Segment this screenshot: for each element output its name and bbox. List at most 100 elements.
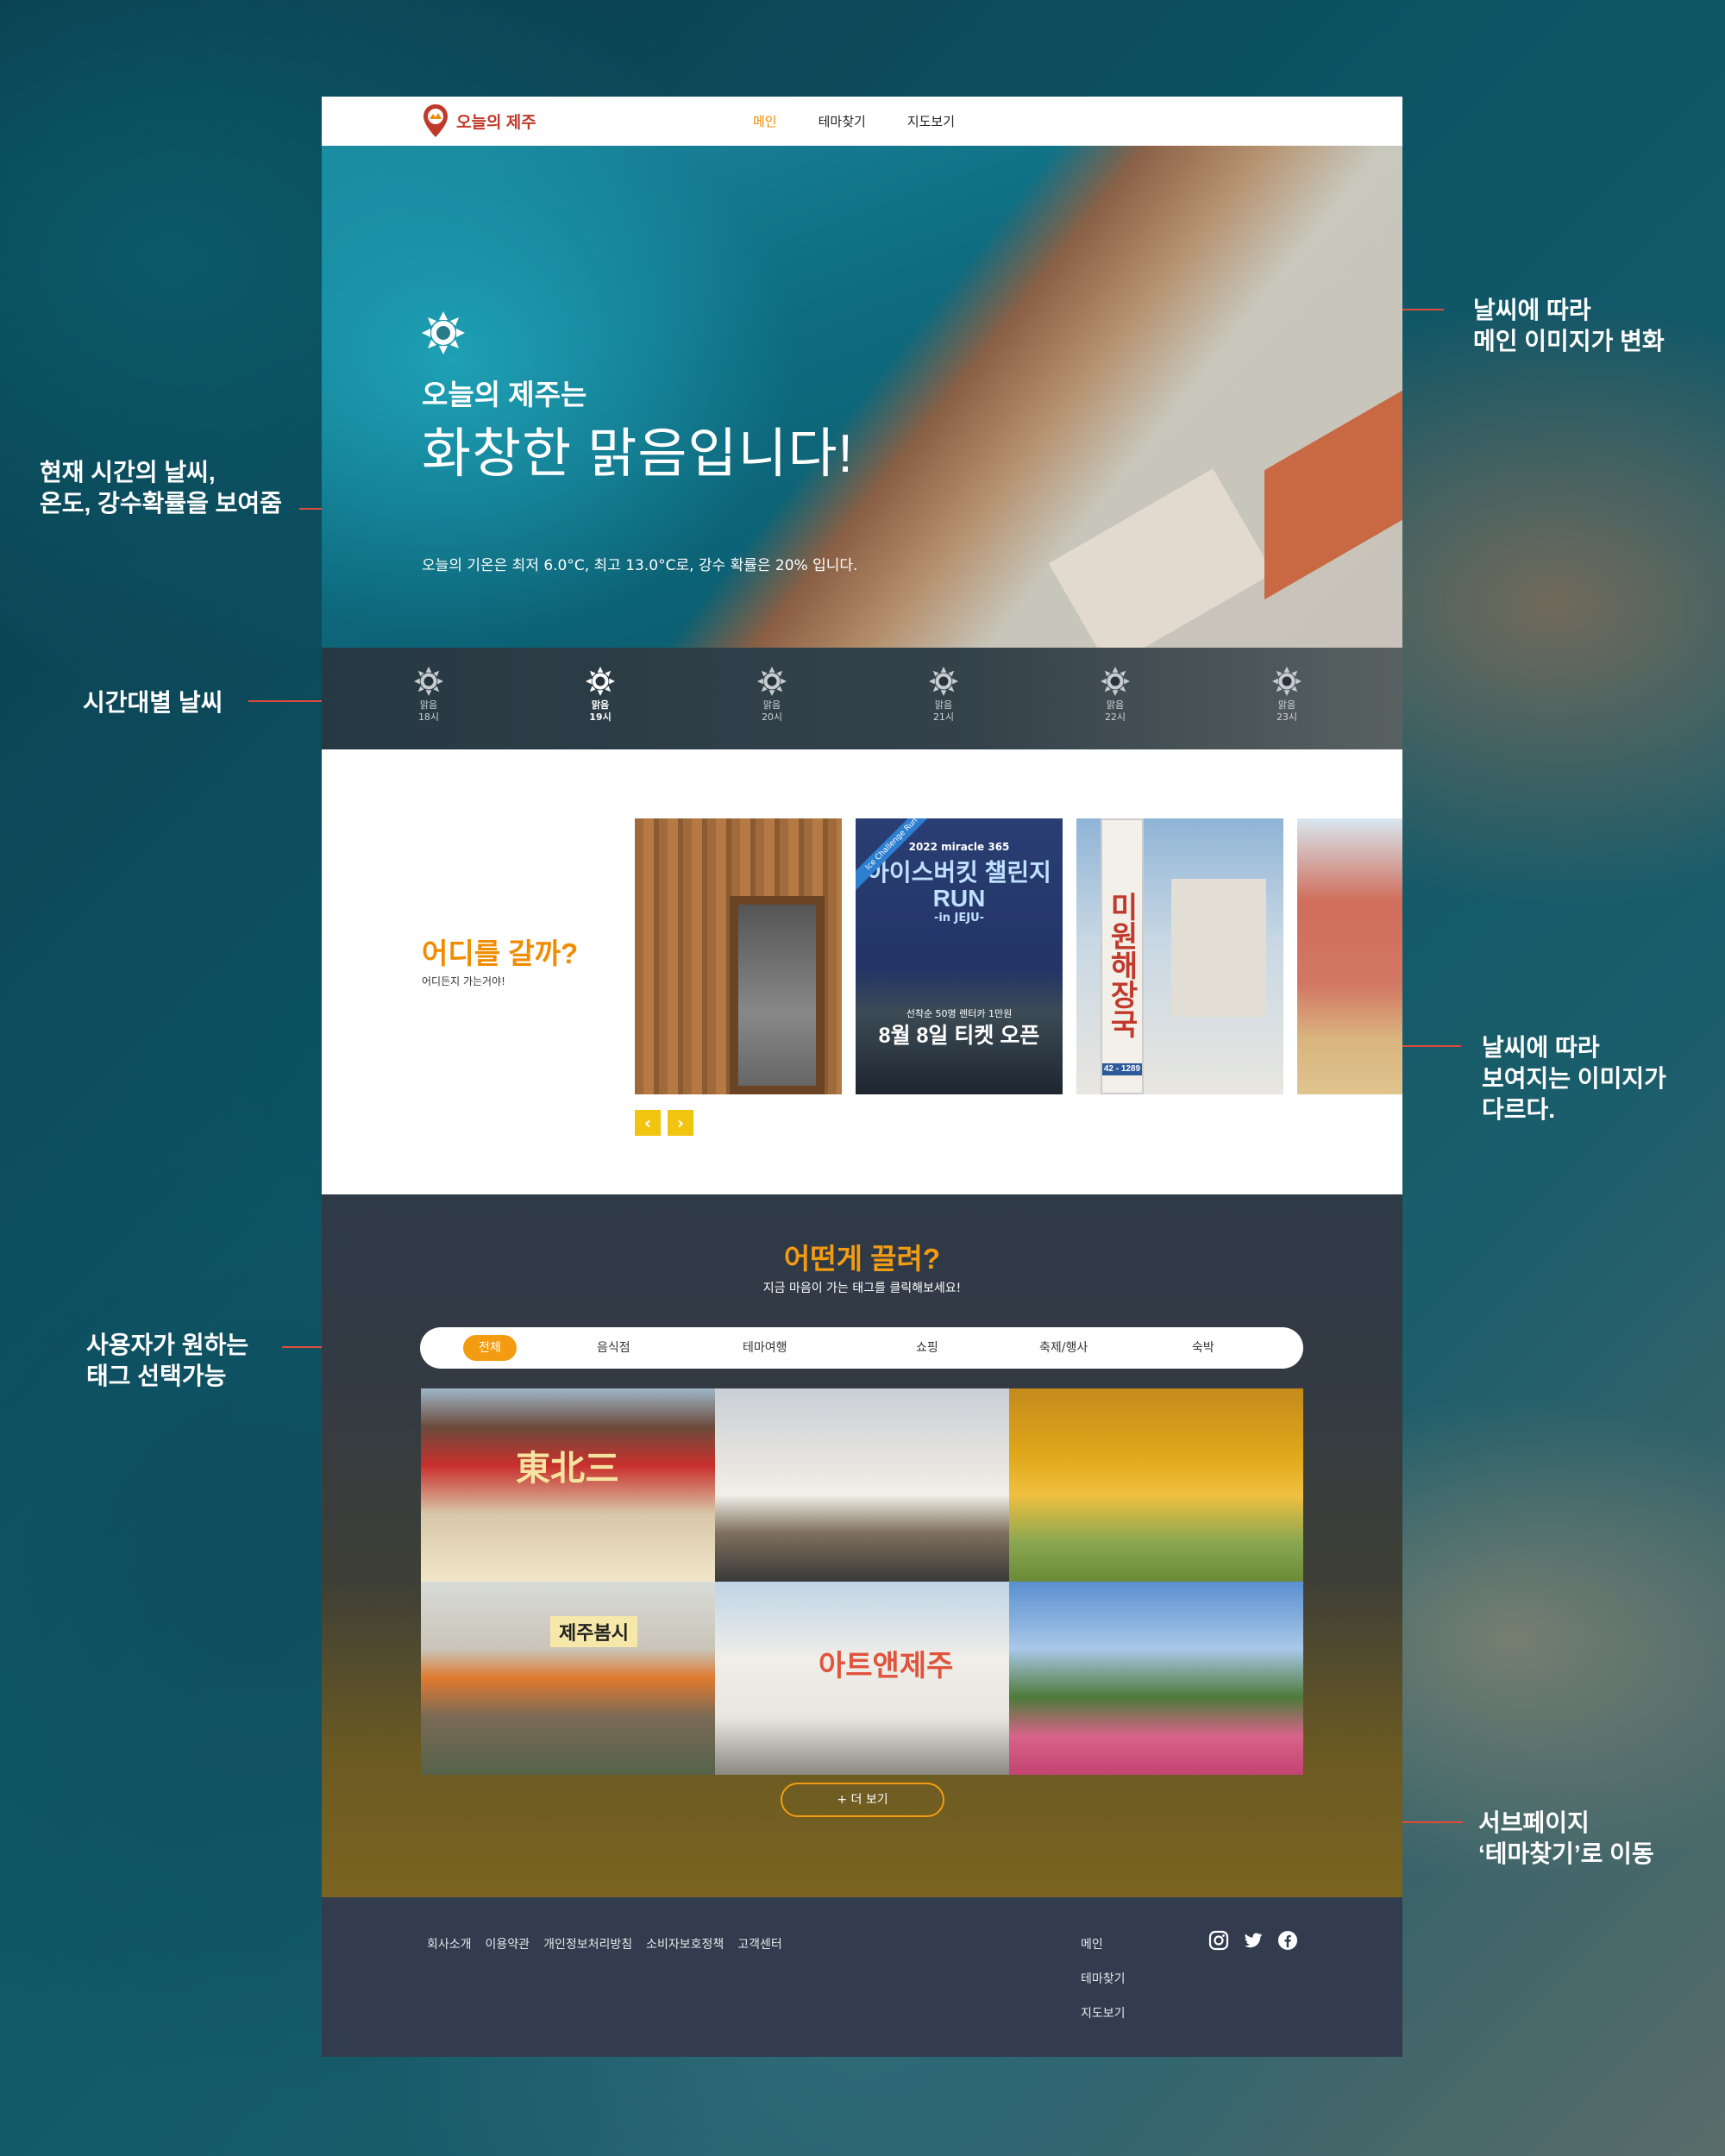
hourly-weather-label: 맑음 bbox=[1277, 699, 1296, 711]
hero-description: 오늘의 기온은 최저 6.0°C, 최고 13.0°C로, 강수 확률은 20%… bbox=[422, 557, 858, 574]
footer-link-terms[interactable]: 이용약관 bbox=[486, 1935, 530, 1952]
hourly-weather-item: 맑음 20시 bbox=[746, 667, 798, 724]
place-card[interactable] bbox=[1297, 818, 1402, 1094]
sun-icon bbox=[1261, 667, 1313, 696]
grid-image[interactable]: 아트앤제주 bbox=[715, 1582, 1009, 1775]
hero-section: 오늘의 제주는 화창한 맑음입니다! 오늘의 기온은 최저 6.0°C, 최고 … bbox=[322, 146, 1402, 648]
door-image bbox=[730, 896, 825, 1094]
hourly-weather-item: 맑음 19시 bbox=[574, 667, 626, 724]
footer-nav-map[interactable]: 지도보기 bbox=[1081, 2004, 1126, 2021]
chevron-right-icon[interactable]: › bbox=[668, 1110, 693, 1136]
where-subtitle: 어디든지 가는거야! bbox=[422, 975, 505, 987]
hourly-time-label: 22시 bbox=[1104, 711, 1126, 723]
sun-icon bbox=[918, 667, 969, 696]
shop-phone: 42 - 1289 bbox=[1102, 1063, 1142, 1075]
hourly-weather-label: 맑음 bbox=[419, 699, 438, 711]
hourly-weather-item: 맑음 23시 bbox=[1261, 667, 1313, 724]
footer-link-support[interactable]: 고객센터 bbox=[737, 1935, 782, 1952]
hourly-weather-item: 맑음 21시 bbox=[918, 667, 969, 724]
shop-sign: 미원해장국 42 - 1289 bbox=[1101, 818, 1144, 1094]
logo[interactable]: 오늘의 제주 bbox=[422, 103, 536, 138]
hourly-weather-label: 맑음 bbox=[934, 699, 953, 711]
place-grid: 東北三 제주봄시 아트앤제주 bbox=[421, 1388, 1303, 1775]
hourly-time-label: 20시 bbox=[761, 711, 783, 723]
footer-nav-theme[interactable]: 테마찾기 bbox=[1081, 1970, 1126, 1987]
card-location: -in JEJU- bbox=[933, 912, 985, 924]
tag-shopping[interactable]: 쇼핑 bbox=[916, 1335, 938, 1361]
hourly-time-label: 19시 bbox=[589, 711, 612, 723]
hourly-weather-label: 맑음 bbox=[1106, 699, 1125, 711]
tag-all[interactable]: 전체 bbox=[463, 1335, 517, 1361]
sun-icon bbox=[403, 667, 455, 696]
facebook-icon[interactable] bbox=[1277, 1930, 1298, 1951]
carousel-controls: ‹ › bbox=[635, 1110, 693, 1136]
card-title: 아이스버킷 챌린지RUN bbox=[867, 859, 1051, 912]
shop-sign-text: 미원해장국 bbox=[1105, 892, 1138, 1038]
annotation-main-image: 날씨에 따라 메인 이미지가 변화 bbox=[1473, 297, 1665, 354]
hourly-weather-label: 맑음 bbox=[762, 699, 781, 711]
building-image bbox=[1171, 879, 1266, 1017]
sun-icon bbox=[574, 667, 626, 696]
tags-section: 어떤게 끌려? 지금 마음이 가는 태그를 클릭해보세요! 전체 음식점 테마여… bbox=[322, 1194, 1402, 1897]
footer-link-privacy[interactable]: 개인정보처리방침 bbox=[543, 1935, 632, 1952]
footer-nav: 메인 테마찾기 지도보기 bbox=[1081, 1935, 1126, 2021]
place-card[interactable]: Ice Challenge Run 2022 miracle 365 아이스버킷… bbox=[856, 818, 1063, 1094]
annotation-weather-images: 날씨에 따라 보여지는 이미지가 다르다. bbox=[1482, 1034, 1666, 1123]
tag-bar: 전체 음식점 테마여행 쇼핑 축제/행사 숙박 bbox=[420, 1327, 1303, 1369]
grid-image[interactable] bbox=[1009, 1388, 1303, 1582]
footer: 회사소개 이용약관 개인정보처리방침 소비자보호정책 고객센터 메인 테마찾기 … bbox=[322, 1897, 1402, 2057]
hero-subtitle: 오늘의 제주는 bbox=[422, 379, 587, 411]
tag-lodging[interactable]: 숙박 bbox=[1192, 1335, 1214, 1361]
hourly-time-label: 23시 bbox=[1276, 711, 1298, 723]
logo-text: 오늘의 제주 bbox=[456, 113, 536, 132]
sun-icon bbox=[746, 667, 798, 696]
tag-festival[interactable]: 축제/행사 bbox=[1039, 1335, 1088, 1361]
card-headline: 8월 8일 티켓 오픈 bbox=[878, 1024, 1040, 1048]
hourly-weather-bar: 맑음 18시 맑음 19시 맑음 20시 맑음 21시 맑음 22시 맑음 23시 bbox=[322, 648, 1402, 749]
nav-item-map[interactable]: 지도보기 bbox=[907, 112, 955, 130]
hourly-weather-item: 맑음 18시 bbox=[403, 667, 455, 724]
sun-icon bbox=[1089, 667, 1141, 696]
footer-link-consumer[interactable]: 소비자보호정책 bbox=[646, 1935, 724, 1952]
grid-image[interactable]: 東北三 bbox=[421, 1388, 715, 1582]
hourly-weather-item: 맑음 22시 bbox=[1089, 667, 1141, 724]
annotation-current-weather: 현재 시간의 날씨, 온도, 강수확률을 보여줌 bbox=[40, 459, 282, 517]
grid-image[interactable] bbox=[1009, 1582, 1303, 1775]
hero-roof bbox=[1264, 390, 1402, 600]
sun-icon bbox=[422, 311, 465, 358]
grid-image[interactable] bbox=[715, 1388, 1009, 1582]
social-links bbox=[1208, 1930, 1298, 1951]
footer-links: 회사소개 이용약관 개인정보처리방침 소비자보호정책 고객센터 bbox=[427, 1935, 782, 1952]
grid-image-sign: 東北三 bbox=[516, 1450, 619, 1488]
map-pin-icon bbox=[422, 103, 449, 138]
nav-item-main[interactable]: 메인 bbox=[753, 112, 777, 130]
grid-image-sign: 제주봄시 bbox=[550, 1616, 637, 1647]
hourly-time-label: 18시 bbox=[417, 711, 440, 723]
hourly-weather-label: 맑음 bbox=[591, 699, 610, 711]
hero-title: 화창한 맑음입니다! bbox=[422, 424, 854, 484]
grid-image[interactable]: 제주봄시 bbox=[421, 1582, 715, 1775]
where-title: 어디를 갈까? bbox=[422, 937, 579, 969]
place-card[interactable]: 미원해장국 42 - 1289 bbox=[1076, 818, 1283, 1094]
tags-title: 어떤게 끌려? bbox=[783, 1243, 941, 1275]
site-mockup: 오늘의 제주 메인 테마찾기 지도보기 오늘의 제주는 화창한 맑음입니다! 오… bbox=[322, 97, 1402, 2057]
more-button[interactable]: + 더 보기 bbox=[781, 1783, 944, 1817]
tags-subtitle: 지금 마음이 가는 태그를 클릭해보세요! bbox=[762, 1282, 962, 1295]
footer-link-company[interactable]: 회사소개 bbox=[427, 1935, 472, 1952]
nav-item-theme[interactable]: 테마찾기 bbox=[819, 112, 866, 130]
chevron-left-icon[interactable]: ‹ bbox=[635, 1110, 661, 1136]
hourly-time-label: 21시 bbox=[932, 711, 955, 723]
top-navbar: 오늘의 제주 메인 테마찾기 지도보기 bbox=[322, 97, 1402, 146]
place-card[interactable] bbox=[635, 818, 842, 1094]
tag-restaurant[interactable]: 음식점 bbox=[597, 1335, 630, 1361]
twitter-icon[interactable] bbox=[1243, 1930, 1264, 1951]
main-nav: 메인 테마찾기 지도보기 bbox=[753, 97, 955, 146]
grid-image-sign: 아트앤제주 bbox=[819, 1650, 954, 1683]
instagram-icon[interactable] bbox=[1208, 1930, 1229, 1951]
where-section: 어디를 갈까? 어디든지 가는거야! Ice Challenge Run 202… bbox=[322, 749, 1402, 1194]
annotation-hourly-weather: 시간대별 날씨 bbox=[83, 689, 223, 716]
tag-theme-trip[interactable]: 테마여행 bbox=[743, 1335, 787, 1361]
annotation-subpage: 서브페이지 ‘테마찾기’로 이동 bbox=[1478, 1809, 1654, 1867]
footer-nav-main[interactable]: 메인 bbox=[1081, 1935, 1126, 1952]
annotation-tag-select: 사용자가 원하는 태그 선택가능 bbox=[86, 1332, 249, 1389]
